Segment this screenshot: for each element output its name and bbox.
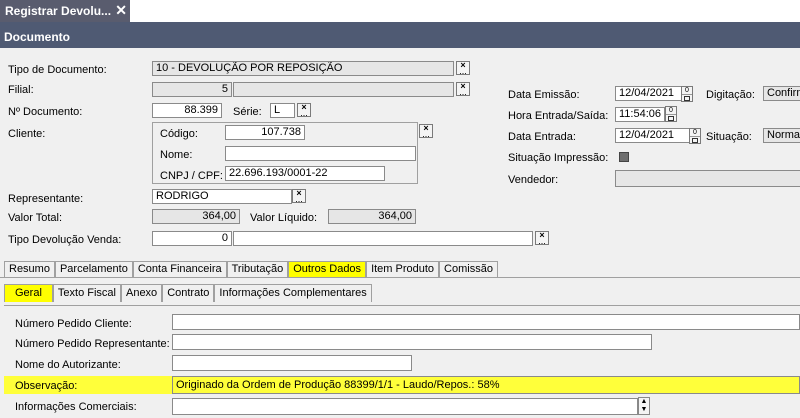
info-comerciais-field[interactable] xyxy=(172,398,638,415)
cliente-nome-label: Nome: xyxy=(160,149,193,161)
tipo-devolucao-description xyxy=(233,231,533,246)
cliente-lookup-button[interactable]: ×... xyxy=(419,124,433,138)
cliente-codigo-field[interactable]: 107.738 xyxy=(225,125,305,140)
data-entrada-field[interactable]: 12/04/2021 xyxy=(615,128,690,143)
vendedor-label: Vendedor: xyxy=(508,174,559,186)
document-tab[interactable]: Registrar Devolu... ✕ xyxy=(0,0,130,22)
cliente-nome-field[interactable] xyxy=(225,146,416,161)
tab-resumo[interactable]: Resumo xyxy=(4,261,55,277)
subtab-contrato[interactable]: Contrato xyxy=(162,284,215,302)
subtab-texto-fiscal[interactable]: Texto Fiscal xyxy=(52,284,121,302)
subtab-anexo[interactable]: Anexo xyxy=(120,284,163,302)
filial-description xyxy=(233,82,454,97)
valor-liquido-field: 364,00 xyxy=(328,209,416,224)
tipo-devolucao-lookup-button[interactable]: ×... xyxy=(535,231,549,245)
section-header: Documento xyxy=(0,22,800,48)
autorizante-label: Nome do Autorizante: xyxy=(15,359,121,371)
numero-documento-label: Nº Documento: xyxy=(8,106,83,118)
data-entrada-label: Data Entrada: xyxy=(508,131,576,143)
representante-lookup-button[interactable]: ×... xyxy=(292,189,306,203)
tab-outros-dados[interactable]: Outros Dados xyxy=(288,261,367,277)
tab-conta-financeira[interactable]: Conta Financeira xyxy=(132,261,227,277)
situacao-impressao-checkbox[interactable] xyxy=(619,152,629,162)
data-emissao-field[interactable]: 12/04/2021 xyxy=(615,86,682,101)
close-icon[interactable]: ✕ xyxy=(115,0,127,21)
cliente-cnpj-field[interactable]: 22.696.193/0001-22 xyxy=(225,166,385,181)
subtab-informacoes-complementares[interactable]: Informações Complementares xyxy=(214,284,372,302)
situacao-field: Normal xyxy=(763,128,800,143)
pedido-representante-field[interactable] xyxy=(172,334,652,350)
pedido-cliente-label: Número Pedido Cliente: xyxy=(15,318,132,330)
serie-field[interactable]: L xyxy=(270,103,295,118)
filial-label: Filial: xyxy=(8,84,34,96)
info-comerciais-label: Informações Comerciais: xyxy=(15,401,137,413)
numero-documento-field[interactable]: 88.399 xyxy=(152,103,222,118)
filial-lookup-button[interactable]: ×... xyxy=(456,82,470,96)
tab-comissao[interactable]: Comissão xyxy=(439,261,498,277)
situacao-label: Situação: xyxy=(706,131,752,143)
hora-field[interactable]: 11:54:06 xyxy=(615,107,665,122)
hora-spinner-icon[interactable]: 0 xyxy=(665,106,677,122)
data-emissao-calendar-icon[interactable]: 0 xyxy=(681,86,693,102)
vendedor-field xyxy=(615,170,800,187)
pedido-cliente-field[interactable] xyxy=(172,314,800,330)
representante-field[interactable]: RODRIGO xyxy=(152,189,292,204)
representante-label: Representante: xyxy=(8,193,84,205)
subtab-geral[interactable]: Geral xyxy=(4,284,53,302)
tipo-documento-lookup-button[interactable]: ×... xyxy=(456,61,470,75)
situacao-impressao-label: Situação Impressão: xyxy=(508,152,609,164)
info-comerciais-scroll-button[interactable]: ▲ ▼ xyxy=(638,397,650,415)
tab-parcelamento[interactable]: Parcelamento xyxy=(54,261,133,277)
valor-total-field: 364,00 xyxy=(152,209,240,224)
digitacao-label: Digitação: xyxy=(706,89,755,101)
data-entrada-calendar-icon[interactable]: 0 xyxy=(689,128,701,144)
tab-divider xyxy=(0,277,800,278)
valor-total-label: Valor Total: xyxy=(8,212,63,224)
digitacao-field: Confirm xyxy=(763,86,800,101)
autorizante-field[interactable] xyxy=(172,355,412,371)
pedido-representante-label: Número Pedido Representante: xyxy=(15,338,170,350)
cliente-codigo-label: Código: xyxy=(160,128,198,140)
serie-label: Série: xyxy=(233,106,262,118)
tipo-devolucao-field[interactable]: 0 xyxy=(152,231,232,246)
valor-liquido-label: Valor Líquido: xyxy=(250,212,318,224)
observacao-label: Observação: xyxy=(15,380,78,392)
tab-tributacao[interactable]: Tributação xyxy=(226,261,289,277)
document-tab-title: Registrar Devolu... xyxy=(5,4,112,18)
tipo-documento-label: Tipo de Documento: xyxy=(8,64,107,76)
cliente-cnpj-label: CNPJ / CPF: xyxy=(160,170,223,182)
tipo-documento-field[interactable]: 10 - DEVOLUÇÃO POR REPOSIÇÃO xyxy=(152,61,454,76)
data-emissao-label: Data Emissão: xyxy=(508,89,580,101)
hora-label: Hora Entrada/Saída: xyxy=(508,110,609,122)
tipo-devolucao-label: Tipo Devolução Venda: xyxy=(8,234,122,246)
tab-item-produto[interactable]: Item Produto xyxy=(366,261,440,277)
sub-tabs: Geral Texto Fiscal Anexo Contrato Inform… xyxy=(4,284,372,302)
serie-lookup-button[interactable]: ×... xyxy=(297,103,311,117)
filial-field[interactable]: 5 xyxy=(152,82,232,97)
cliente-label: Cliente: xyxy=(8,128,46,140)
observacao-field[interactable]: Originado da Ordem de Produção 88399/1/1… xyxy=(172,376,800,394)
main-tabs: Resumo Parcelamento Conta Financeira Tri… xyxy=(4,261,498,277)
